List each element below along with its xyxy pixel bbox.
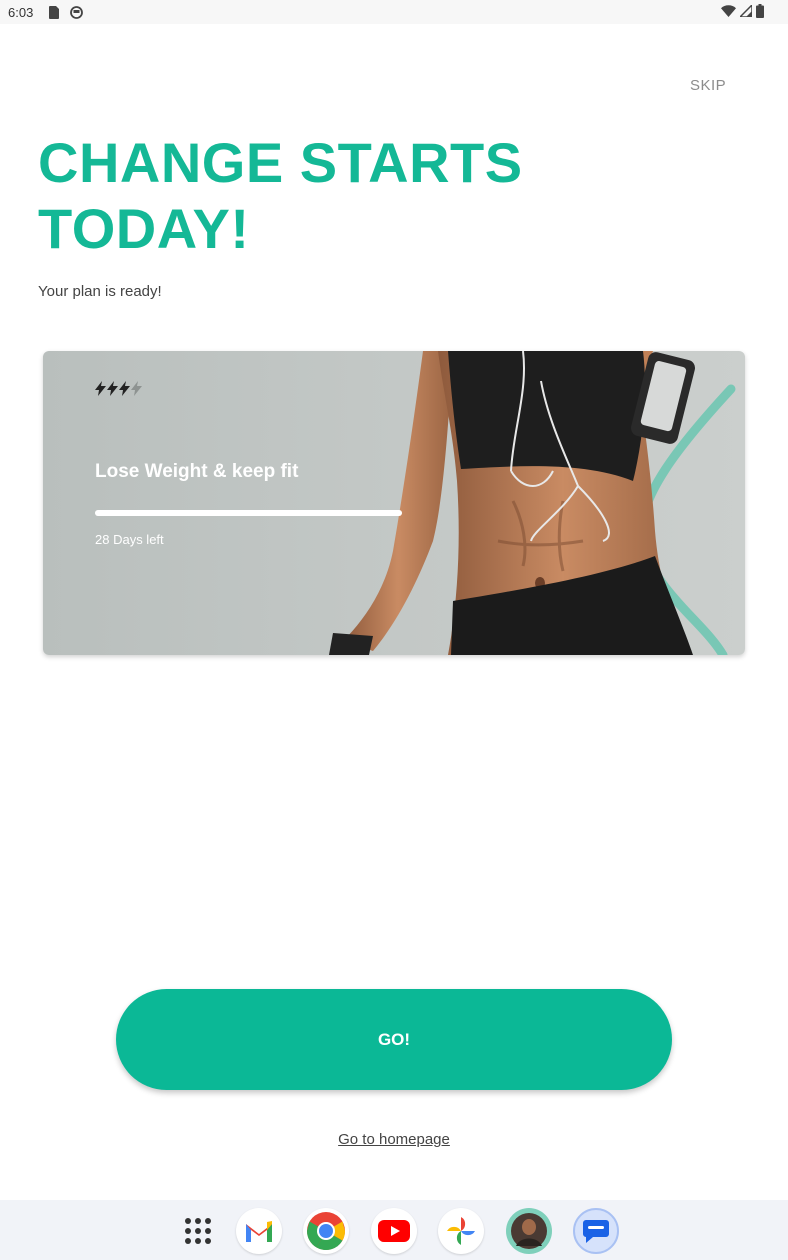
app-dock bbox=[0, 1200, 788, 1260]
battery-icon bbox=[756, 4, 764, 21]
chrome-icon[interactable] bbox=[303, 1208, 349, 1254]
plan-progress-fill bbox=[95, 510, 402, 516]
photos-icon[interactable] bbox=[438, 1208, 484, 1254]
sd-card-icon bbox=[47, 5, 61, 19]
lightning-bolt-icon bbox=[119, 381, 130, 396]
plan-card[interactable]: Lose Weight & keep fit 28 Days left bbox=[43, 351, 745, 655]
lightning-bolt-icon bbox=[107, 381, 118, 396]
gmail-icon[interactable] bbox=[236, 1208, 282, 1254]
headline-line-1: CHANGE STARTS bbox=[38, 131, 523, 194]
status-bar: 6:03 bbox=[0, 0, 788, 24]
homepage-link-row: Go to homepage bbox=[0, 1131, 788, 1149]
lightning-bolt-icon bbox=[131, 381, 142, 396]
cell-signal-icon bbox=[738, 3, 753, 20]
go-button-label: GO! bbox=[377, 1029, 411, 1049]
app-drawer-icon[interactable] bbox=[175, 1208, 221, 1254]
plan-ready-subtitle: Your plan is ready! bbox=[38, 283, 162, 300]
headline-line-2: TODAY! bbox=[38, 197, 250, 260]
skip-button[interactable]: SKIP bbox=[690, 77, 726, 94]
page-title: CHANGE STARTS TODAY! bbox=[38, 130, 578, 262]
athlete-image bbox=[329, 351, 736, 655]
lightning-bolt-icon bbox=[95, 381, 106, 396]
status-right bbox=[721, 3, 764, 21]
intensity-rating bbox=[95, 381, 142, 396]
days-left-label: 28 Days left bbox=[95, 532, 164, 547]
messages-icon[interactable] bbox=[573, 1208, 619, 1254]
fitness-app-icon[interactable] bbox=[506, 1208, 552, 1254]
wifi-icon bbox=[721, 4, 736, 21]
plan-title: Lose Weight & keep fit bbox=[95, 461, 299, 482]
youtube-icon[interactable] bbox=[371, 1208, 417, 1254]
notification-app-icon bbox=[69, 5, 83, 19]
go-button[interactable]: GO! bbox=[116, 989, 672, 1090]
status-time: 6:03 bbox=[8, 4, 34, 20]
go-to-homepage-link[interactable]: Go to homepage bbox=[338, 1131, 450, 1148]
plan-progress-bar bbox=[95, 510, 402, 516]
